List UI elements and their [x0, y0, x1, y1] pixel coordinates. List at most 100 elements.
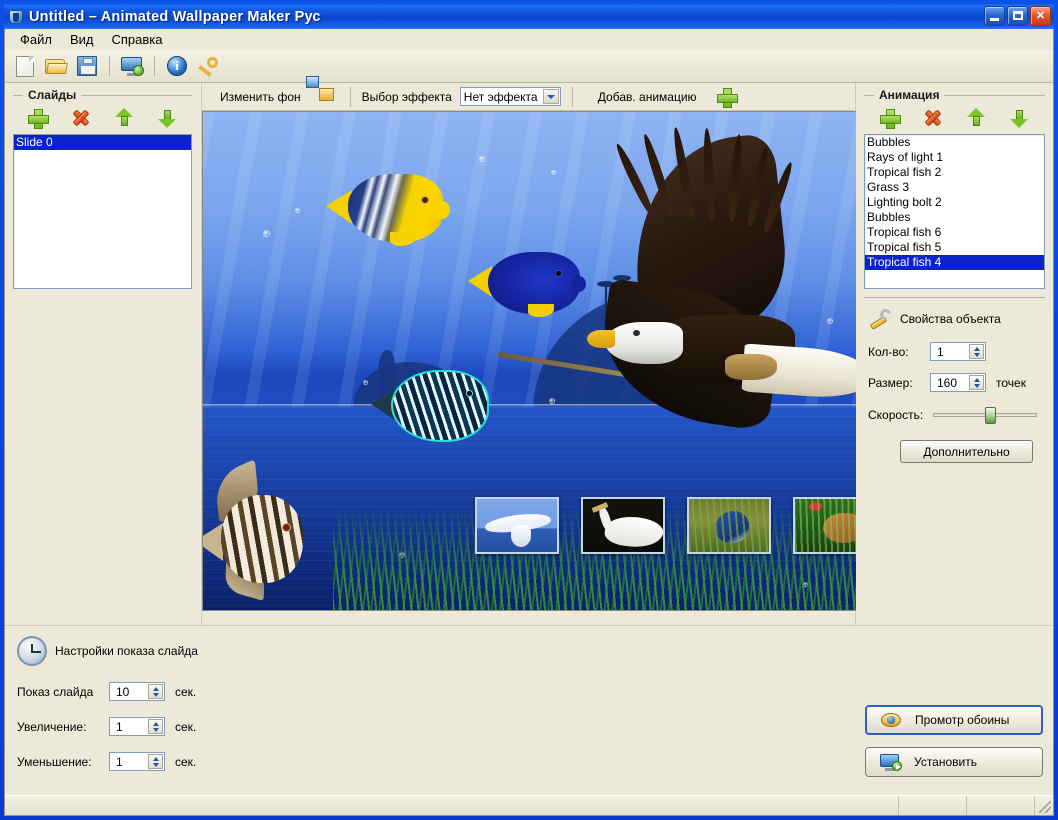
- app-shield-icon: [8, 9, 24, 25]
- eye-icon: [881, 713, 901, 727]
- key-icon: [197, 56, 219, 77]
- eagle-beak: [587, 330, 615, 348]
- chevron-down-icon[interactable]: [542, 89, 559, 104]
- add-slide-button[interactable]: [26, 107, 50, 129]
- count-field-row: Кол-во: 1: [864, 342, 1045, 361]
- status-panel-2: [967, 796, 1035, 815]
- preview-wallpaper-button[interactable]: Промотр обоины: [865, 705, 1043, 735]
- list-item[interactable]: Tropical fish 5: [865, 240, 1044, 255]
- delete-animation-button[interactable]: [921, 107, 945, 129]
- menu-item-view[interactable]: Вид: [61, 30, 103, 49]
- move-animation-up-button[interactable]: [964, 107, 988, 129]
- add-animation-button[interactable]: [715, 86, 739, 108]
- window-controls: ✕: [984, 6, 1051, 26]
- move-slide-up-button[interactable]: [112, 107, 136, 129]
- more-settings-button[interactable]: Дополнительно: [900, 440, 1033, 463]
- list-item[interactable]: Bubbles: [865, 135, 1044, 150]
- thumbnail-egret[interactable]: [581, 497, 665, 554]
- thumbnail-tern[interactable]: [475, 497, 559, 554]
- move-animation-down-button[interactable]: [1007, 107, 1031, 129]
- list-item[interactable]: Lighting bolt 2: [865, 195, 1044, 210]
- stepper-arrows-icon[interactable]: [148, 684, 163, 699]
- list-item[interactable]: Slide 0: [14, 135, 191, 150]
- photo-thumbnail-strip: [475, 497, 866, 554]
- thumbnail-bluejay[interactable]: [687, 497, 771, 554]
- register-button[interactable]: [194, 53, 222, 79]
- delete-slide-button[interactable]: [69, 107, 93, 129]
- fade-out-stepper[interactable]: 1: [109, 752, 165, 771]
- change-background-button[interactable]: [305, 75, 339, 106]
- application-window: Untitled – Animated Wallpaper Maker Рус …: [0, 0, 1058, 820]
- change-background-label: Изменить фон: [220, 89, 301, 104]
- main-split: Слайды Slide 0 Изменить фон Выбор эффект…: [5, 75, 1053, 625]
- toolbar-separator: [109, 56, 110, 76]
- slide-duration-label: Показ слайда: [17, 684, 94, 699]
- status-panel-1: [899, 796, 967, 815]
- add-animation-label: Добав. анимацию: [597, 89, 697, 104]
- scene-toolbar-separator: [349, 86, 351, 107]
- open-file-button[interactable]: [42, 53, 70, 79]
- editor-area: Изменить фон Выбор эффекта Нет эффекта Д…: [202, 75, 867, 625]
- list-item[interactable]: Bubbles: [865, 210, 1044, 225]
- animation-list[interactable]: Bubbles Rays of light 1 Tropical fish 2 …: [864, 134, 1045, 289]
- count-label: Кол-во:: [868, 344, 909, 359]
- floppy-save-icon: [77, 56, 97, 76]
- count-stepper[interactable]: 1: [930, 342, 986, 361]
- list-item[interactable]: Tropical fish 6: [865, 225, 1044, 240]
- clock-icon: [17, 636, 47, 666]
- fade-in-value: 1: [116, 719, 123, 734]
- new-file-button[interactable]: [11, 53, 39, 79]
- slides-list[interactable]: Slide 0: [13, 134, 192, 289]
- stepper-arrows-icon[interactable]: [148, 754, 163, 769]
- effect-selected-value: Нет эффекта: [463, 89, 538, 104]
- wallpaper-preview[interactable]: [202, 111, 867, 611]
- install-wallpaper-button[interactable]: Установить: [865, 747, 1043, 777]
- fade-out-value: 1: [116, 754, 123, 769]
- size-stepper[interactable]: 160: [930, 373, 986, 392]
- effect-select[interactable]: Нет эффекта: [459, 87, 561, 106]
- stepper-arrows-icon[interactable]: [148, 719, 163, 734]
- resize-grip-icon[interactable]: [1035, 796, 1053, 815]
- slide-duration-value: 10: [116, 684, 130, 699]
- apply-wallpaper-button[interactable]: [118, 53, 146, 79]
- stepper-arrows-icon[interactable]: [969, 375, 984, 390]
- list-item[interactable]: Rays of light 1: [865, 150, 1044, 165]
- menu-item-file[interactable]: Файл: [11, 30, 61, 49]
- effect-label: Выбор эффекта: [361, 89, 452, 104]
- bubble: [295, 208, 300, 213]
- eagle-animation-object[interactable]: [497, 126, 866, 432]
- animation-panel: Анимация Bubbles Rays of light 1 Tropica…: [856, 83, 1053, 625]
- menu-item-help[interactable]: Справка: [103, 30, 172, 49]
- about-button[interactable]: [163, 53, 191, 79]
- move-slide-down-button[interactable]: [155, 107, 179, 129]
- monitor-install-icon: [880, 753, 902, 771]
- save-file-button[interactable]: [73, 53, 101, 79]
- stepper-arrows-icon[interactable]: [969, 344, 984, 359]
- bubble: [549, 398, 555, 404]
- scene-toolbar: Изменить фон Выбор эффекта Нет эффекта Д…: [202, 75, 854, 111]
- status-bar: [5, 795, 1053, 815]
- tropical-fish-angelfish[interactable]: [203, 459, 303, 602]
- fade-in-unit: сек.: [175, 719, 197, 734]
- list-item[interactable]: Tropical fish 2: [865, 165, 1044, 180]
- object-properties-panel: Свойства объекта Кол-во: 1 Размер: 160 т…: [864, 297, 1045, 463]
- fade-in-label: Увеличение:: [17, 719, 87, 734]
- list-item[interactable]: Grass 3: [865, 180, 1044, 195]
- tropical-fish-zebra[interactable]: [371, 370, 489, 442]
- slide-duration-stepper[interactable]: 10: [109, 682, 165, 701]
- bubble: [263, 230, 270, 237]
- tropical-fish-blue[interactable]: [468, 252, 586, 317]
- maximize-button[interactable]: [1007, 6, 1028, 26]
- fade-in-stepper[interactable]: 1: [109, 717, 165, 736]
- slide-settings-header: Настройки показа слайда: [5, 636, 200, 666]
- wrench-icon: [868, 306, 894, 331]
- list-item[interactable]: Tropical fish 4: [865, 255, 1044, 270]
- size-label: Размер:: [868, 375, 913, 390]
- close-button[interactable]: ✕: [1030, 6, 1051, 26]
- animation-panel-header: Анимация: [856, 83, 1053, 103]
- add-animation-item-button[interactable]: [878, 107, 902, 129]
- animation-toolbar: [856, 103, 1053, 134]
- minimize-button[interactable]: [984, 6, 1005, 26]
- speed-slider[interactable]: [933, 407, 1037, 424]
- tropical-fish-yellow[interactable]: [326, 174, 450, 246]
